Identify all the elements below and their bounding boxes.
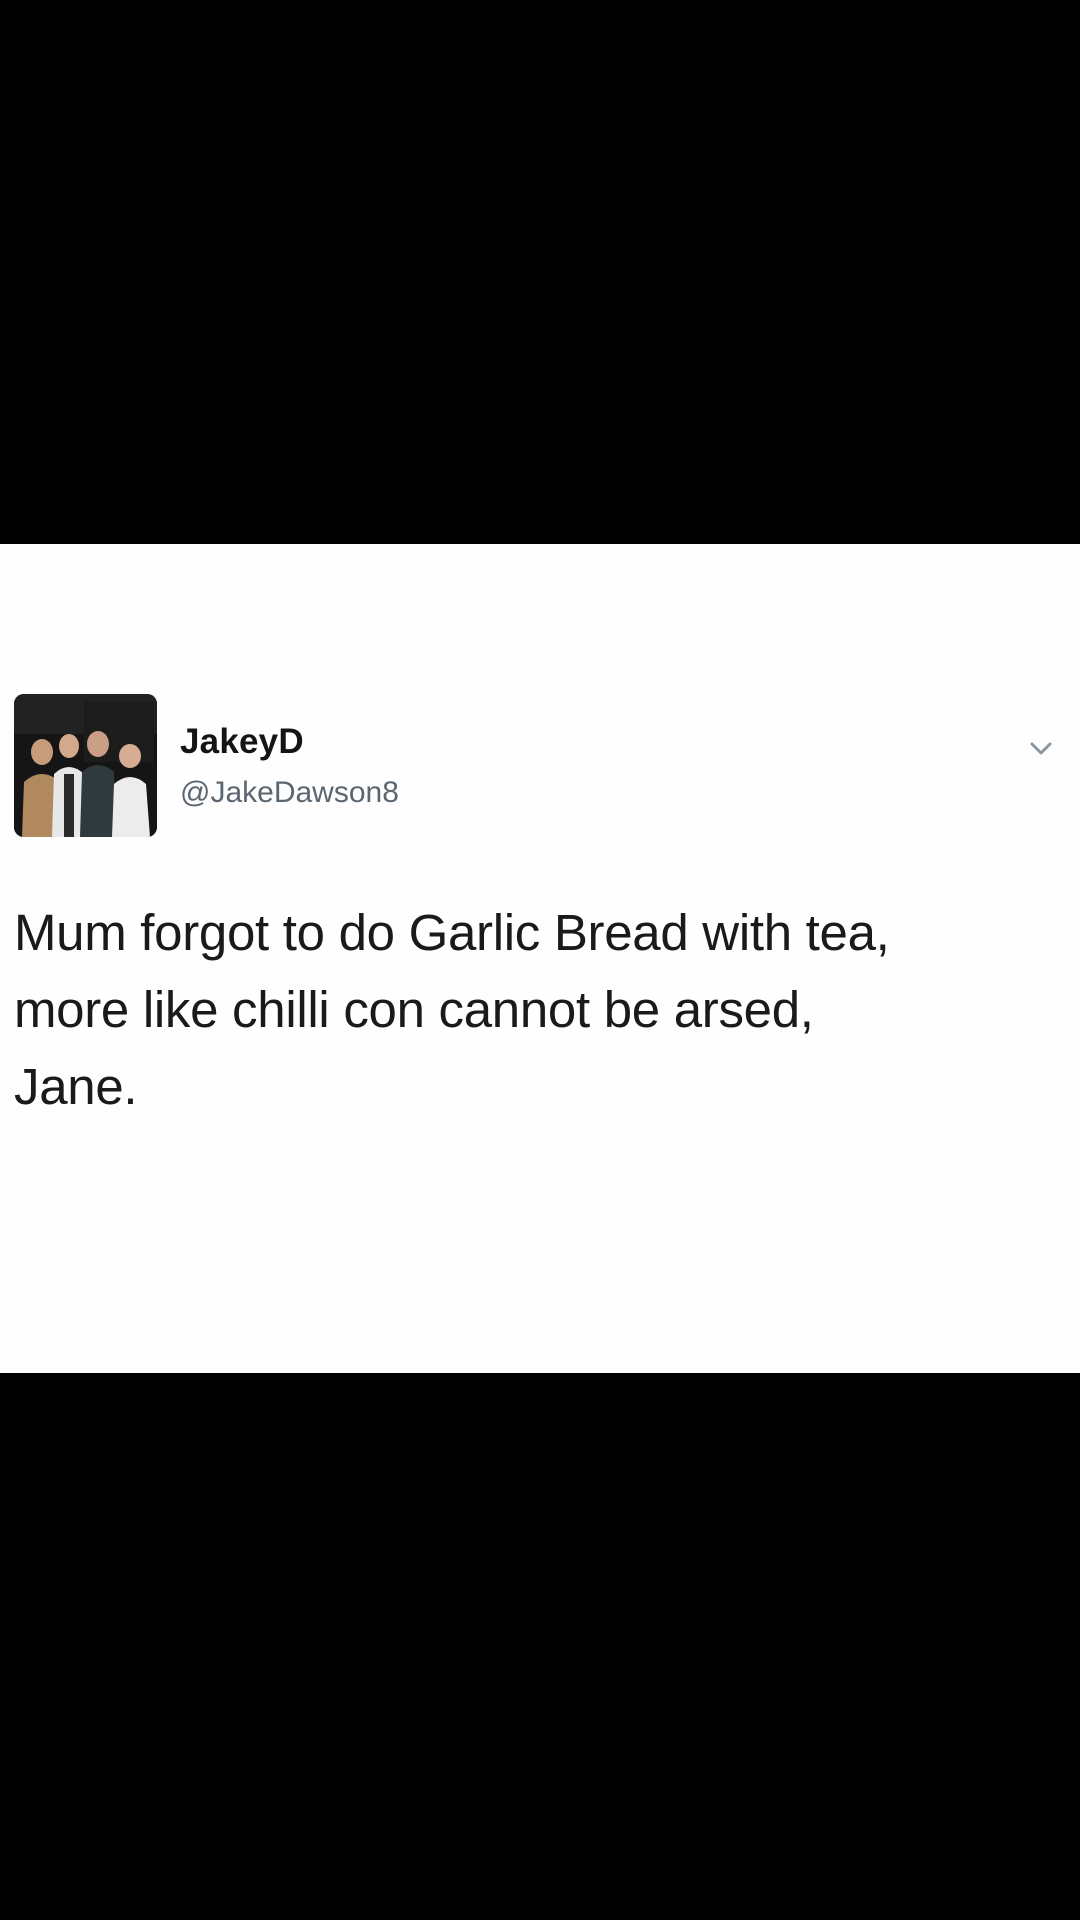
display-name[interactable]: JakeyD [180, 722, 304, 762]
tweet-card: JakeyD @JakeDawson8 Mum forgot to do Gar… [0, 544, 1080, 1373]
profile-avatar[interactable] [14, 694, 157, 837]
avatar-photo-icon [14, 694, 157, 837]
chevron-down-icon[interactable] [1016, 724, 1066, 774]
bottom-black-bar [0, 1373, 1080, 1920]
top-black-bar [0, 0, 1080, 544]
tweet-text: Mum forgot to do Garlic Bread with tea, … [14, 904, 890, 1115]
user-handle[interactable]: @JakeDawson8 [180, 776, 399, 810]
